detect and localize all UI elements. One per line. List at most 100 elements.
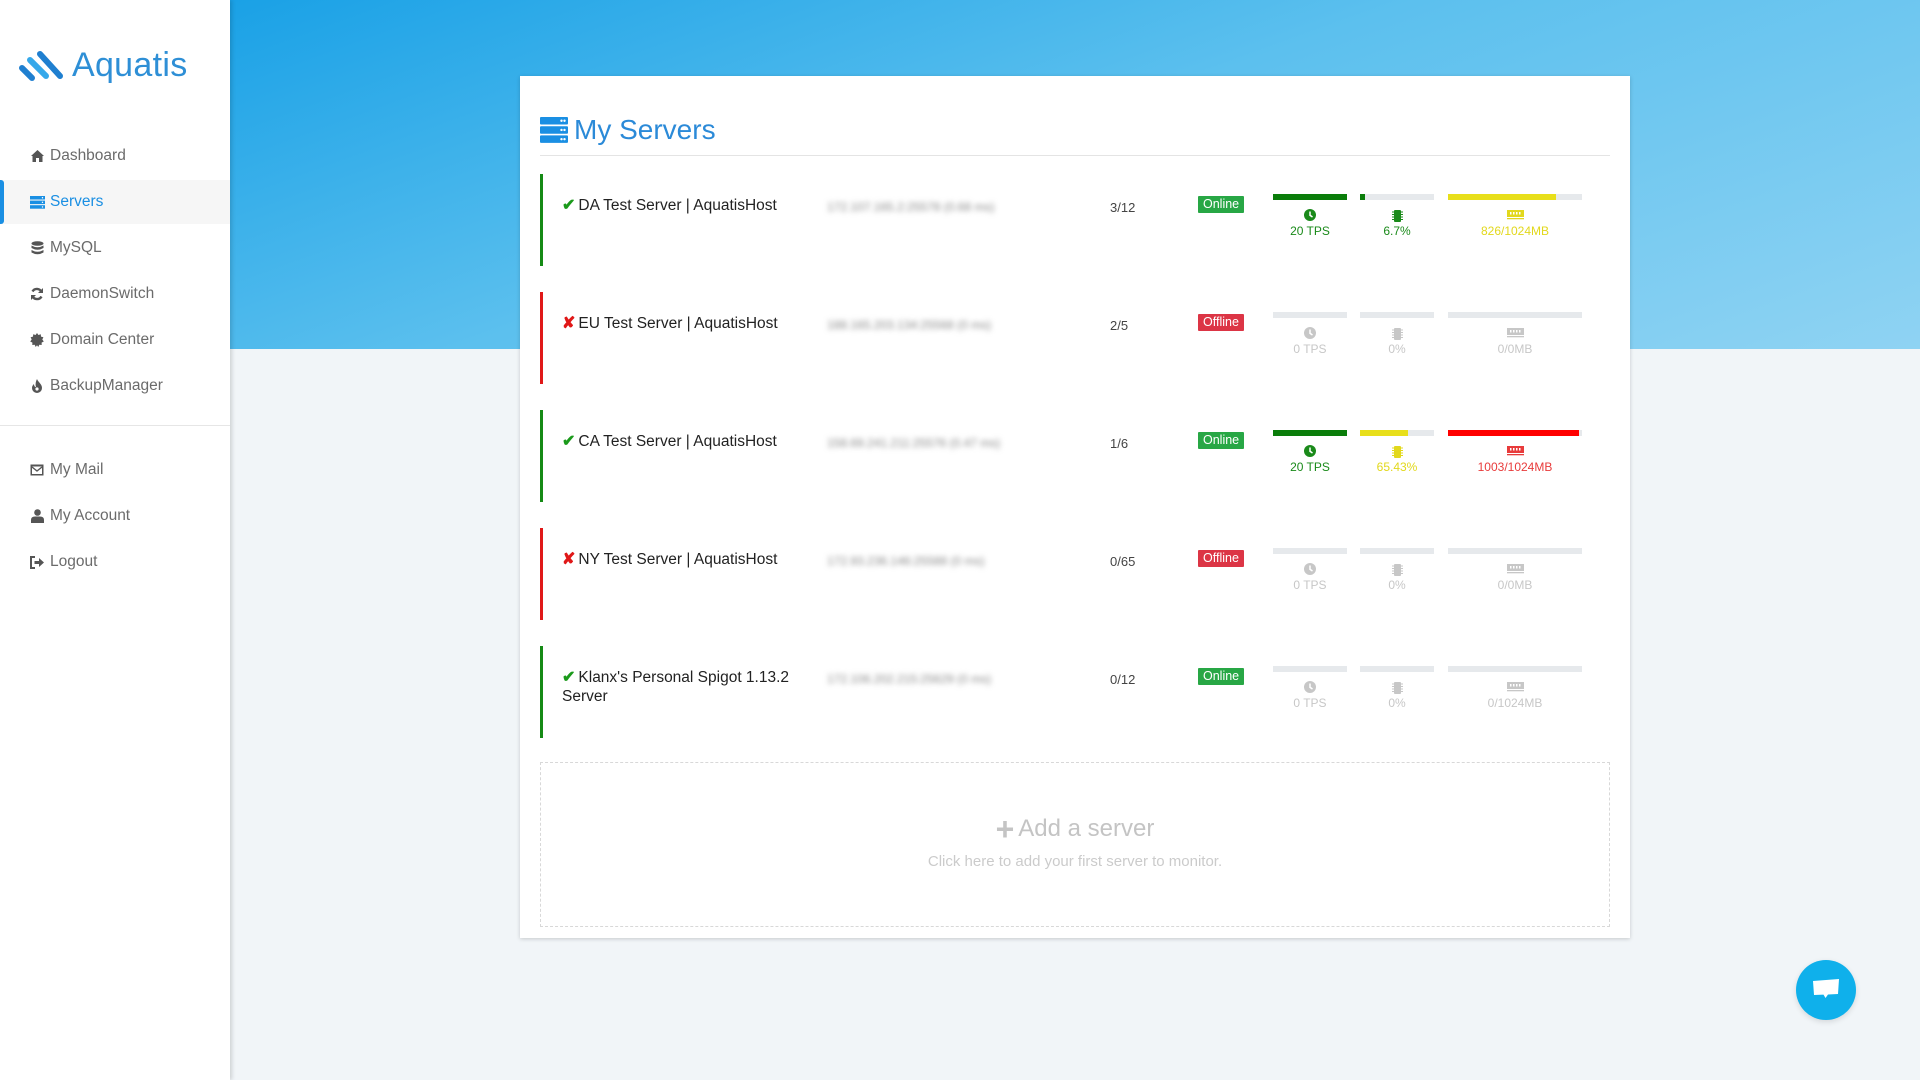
server-icon [29, 194, 45, 210]
status-badge: Offline [1198, 314, 1244, 331]
sidebar-item-label: BackupManager [50, 377, 163, 394]
tps-bar-fill [1273, 194, 1347, 200]
app-name: Aquatis [72, 46, 188, 84]
cpu-bar-fill [1360, 430, 1409, 436]
ram-bar [1448, 666, 1582, 672]
ram-metric: 0/0MB [1448, 548, 1582, 592]
sidebar-item-dashboard[interactable]: Dashboard [0, 134, 230, 178]
cpu-bar-fill [1360, 194, 1365, 200]
server-name-text: CA Test Server | AquatisHost [578, 433, 777, 450]
clock-icon [1273, 681, 1347, 695]
cpu-bar [1360, 430, 1434, 436]
server-address: 172.107.165.2:25578 (0.68 ms) [827, 200, 995, 214]
server-row[interactable]: ✘ NY Test Server | AquatisHost 172.93.236… [540, 528, 1610, 646]
cpu-metric: 0% [1360, 548, 1434, 592]
sidebar-item-label: Dashboard [50, 147, 126, 164]
sidebar-item-logout[interactable]: Logout [0, 540, 230, 584]
status-edge [540, 410, 543, 502]
server-name[interactable]: ✘ EU Test Server | AquatisHost [562, 314, 802, 333]
sidebar-nav: Dashboard Servers MySQL DaemonSwitch Dom… [0, 134, 230, 586]
tps-bar [1273, 548, 1347, 554]
server-row[interactable]: ✘ EU Test Server | AquatisHost 188.165.20… [540, 292, 1610, 410]
user-icon [29, 508, 45, 524]
player-count: 0/12 [1110, 672, 1136, 687]
status-edge [540, 646, 543, 738]
memory-icon [1448, 209, 1582, 223]
server-address: 158.69.241.211:25576 (0.47 ms) [827, 436, 1001, 450]
sidebar-item-my-mail[interactable]: My Mail [0, 448, 230, 492]
sidebar-item-label: My Account [50, 507, 131, 524]
certificate-icon [29, 332, 45, 348]
sidebar-item-servers[interactable]: Servers [0, 180, 230, 224]
status-edge [540, 174, 543, 266]
server-row[interactable]: ✔ Klanx's Personal Spigot 1.13.2 Server 1… [540, 646, 1610, 764]
ram-bar-fill [1448, 194, 1557, 200]
page-title: My Servers [574, 113, 716, 145]
cpu-value: 6.7% [1383, 224, 1411, 238]
cpu-icon [1360, 681, 1434, 695]
server-name[interactable]: ✔ CA Test Server | AquatisHost [562, 432, 802, 451]
status-badge: Online [1198, 196, 1245, 213]
ram-value: 826/1024MB [1480, 224, 1550, 238]
server-name-text: NY Test Server | AquatisHost [578, 551, 778, 568]
server-name[interactable]: ✘ NY Test Server | AquatisHost [562, 550, 802, 569]
card-header: My Servers [540, 104, 1610, 156]
server-name-text: DA Test Server | AquatisHost [578, 197, 777, 214]
logout-icon [29, 554, 45, 570]
server-row[interactable]: ✔ CA Test Server | AquatisHost 158.69.241… [540, 410, 1610, 528]
cpu-icon [1360, 445, 1434, 459]
cpu-value: 0% [1388, 696, 1406, 710]
sidebar-item-domain-center[interactable]: Domain Center [0, 318, 230, 362]
tps-metric: 20 TPS [1273, 430, 1347, 474]
refresh-icon [29, 286, 45, 302]
status-badge: Online [1198, 432, 1245, 449]
tps-metric: 0 TPS [1273, 312, 1347, 356]
tps-value: 20 TPS [1290, 460, 1330, 474]
status-badge: Offline [1198, 550, 1244, 567]
tps-bar [1273, 312, 1347, 318]
ram-bar [1448, 194, 1582, 200]
ram-metric: 0/0MB [1448, 312, 1582, 356]
tps-value: 20 TPS [1290, 224, 1330, 238]
sidebar-item-backupmanager[interactable]: BackupManager [0, 364, 230, 408]
memory-icon [1448, 681, 1582, 695]
add-server-button[interactable]: + Add a server Click here to add your fi… [540, 762, 1610, 927]
add-server-subtitle: Click here to add your first server to m… [927, 853, 1223, 870]
check-icon: ✔ [562, 433, 576, 450]
sidebar-item-mysql[interactable]: MySQL [0, 226, 230, 270]
logo[interactable]: Aquatis [18, 46, 188, 85]
tps-bar-fill [1273, 430, 1347, 436]
memory-icon [1448, 563, 1582, 577]
tps-bar [1273, 430, 1347, 436]
ram-bar [1448, 430, 1582, 436]
clock-icon [1273, 327, 1347, 341]
cpu-metric: 6.7% [1360, 194, 1434, 238]
server-address: 172.93.236.146:25588 (0 ms) [827, 554, 985, 568]
server-row[interactable]: ✔ DA Test Server | AquatisHost 172.107.16… [540, 174, 1610, 292]
server-name[interactable]: ✔ DA Test Server | AquatisHost [562, 196, 802, 215]
sidebar-item-label: My Mail [50, 461, 104, 478]
check-icon: ✔ [562, 669, 576, 686]
memory-icon [1448, 327, 1582, 341]
status-edge [540, 292, 543, 384]
cpu-bar [1360, 194, 1434, 200]
cpu-icon [1360, 563, 1434, 577]
player-count: 1/6 [1110, 436, 1129, 451]
sidebar-item-my-account[interactable]: My Account [0, 494, 230, 538]
sidebar-item-label: DaemonSwitch [50, 285, 155, 302]
server-address: 188.165.203.134:25568 (0 ms) [827, 318, 992, 332]
chat-button[interactable] [1796, 960, 1856, 1020]
ram-metric: 0/1024MB [1448, 666, 1582, 710]
status-badge: Online [1198, 668, 1245, 685]
player-count: 3/12 [1110, 200, 1136, 215]
cpu-metric: 0% [1360, 312, 1434, 356]
sidebar-item-daemonswitch[interactable]: DaemonSwitch [0, 272, 230, 316]
cpu-value: 0% [1388, 342, 1406, 356]
cpu-bar [1360, 548, 1434, 554]
server-name-text: Klanx's Personal Spigot 1.13.2 Server [562, 669, 790, 705]
cpu-metric: 65.43% [1360, 430, 1434, 474]
tps-value: 0 TPS [1293, 342, 1327, 356]
server-name[interactable]: ✔ Klanx's Personal Spigot 1.13.2 Server [562, 668, 802, 706]
tps-value: 0 TPS [1293, 696, 1327, 710]
fire-icon [29, 378, 45, 394]
